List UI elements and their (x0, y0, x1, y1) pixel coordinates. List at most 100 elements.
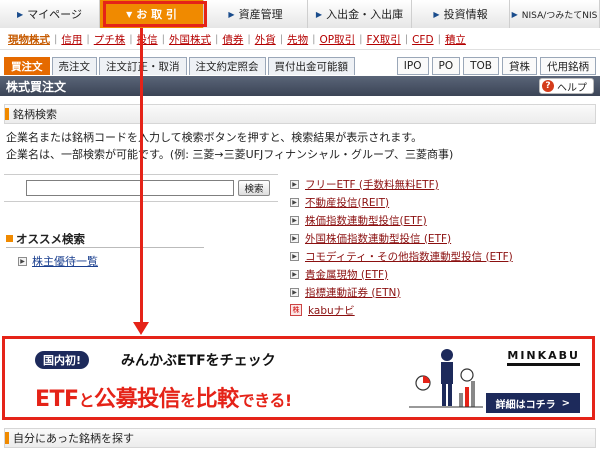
subnav-link-foreign[interactable]: 外国株式 (165, 32, 215, 47)
arrow-right-icon: ▶ (290, 251, 299, 261)
find-stocks-title: 自分にあった銘柄を探す (13, 432, 134, 445)
chevron-right-icon: > (561, 397, 570, 409)
minkabu-logo: MINKABU (507, 349, 580, 366)
nav-tab-label: 資産管理 (238, 8, 283, 21)
headline-wo: を (180, 391, 196, 410)
nav-tab-label: 投資情報 (443, 8, 488, 21)
tab-sell-order[interactable]: 売注文 (51, 57, 97, 75)
subnav-link-options[interactable]: OP取引 (316, 32, 360, 47)
search-section-header: 銘柄検索 (4, 104, 596, 124)
subnav-link-savings[interactable]: 積立 (441, 32, 470, 47)
arrow-right-icon: ▶ (18, 256, 27, 266)
page-title: 株式買注文 (6, 79, 67, 94)
list-item: 株 kabuナビ (290, 302, 513, 318)
arrow-right-icon: ▶ (290, 269, 299, 279)
list-item: ▶ コモディティ・その他指数連動型投信 (ETF) (290, 248, 513, 264)
triangle-icon: ▶ (511, 9, 518, 19)
headline-compare: 比較 (195, 387, 240, 412)
banner-subtitle: みんかぶETFをチェック (121, 353, 276, 369)
search-note: 企業名は、一部検索が可能です。(例: 三菱→三菱UFJフィナンシャル・グループ、… (6, 148, 454, 161)
subnav-link-margin[interactable]: 信用 (57, 32, 86, 47)
triangle-icon: ▶ (315, 9, 323, 19)
banner-headline: ETFと公募投信を比較できる! (35, 381, 292, 413)
tab-po[interactable]: PO (431, 57, 461, 75)
shareholder-benefits-link[interactable]: 株主優待一覧 (32, 253, 98, 269)
headline-dekiru: できる! (238, 391, 292, 410)
arrow-right-icon: ▶ (290, 287, 299, 297)
search-instruction: 企業名または銘柄コードを入力して検索ボタンを押すと、検索結果が表示されます。 (6, 131, 423, 144)
subnav-link-stocks[interactable]: 現物株式 (4, 32, 54, 47)
order-tabs: 買注文 売注文 注文訂正・取消 注文約定照会 買付出金可能額 IPO PO TO… (0, 55, 600, 75)
arrow-right-icon: ▶ (290, 179, 299, 189)
search-section-title: 銘柄検索 (13, 108, 57, 121)
list-item: ▶ フリーETF (手数料無料ETF) (290, 176, 513, 192)
tab-buy-order[interactable]: 買注文 (4, 57, 50, 75)
arrow-right-icon: ▶ (290, 197, 299, 207)
link-kabu-navi[interactable]: kabuナビ (308, 303, 355, 318)
list-item: ▶ 不動産投信(REIT) (290, 194, 513, 210)
tab-buying-power[interactable]: 買付出金可能額 (267, 57, 355, 75)
accent-bar (5, 108, 9, 120)
nav-tab-deposit[interactable]: ▶ 入出金・入出庫 (308, 0, 412, 28)
headline-funds: 公募投信 (94, 387, 181, 412)
link-metal-etf[interactable]: 貴金属現物 (ETF) (305, 267, 388, 282)
triangle-icon: ▶ (433, 9, 440, 19)
etf-links-list: ▶ フリーETF (手数料無料ETF) ▶ 不動産投信(REIT) ▶ 株価指数連動型… (290, 176, 513, 318)
recommend-link-item: ▶ 株主優待一覧 (18, 253, 98, 269)
subnav-link-bonds[interactable]: 債券 (218, 32, 247, 47)
headline-to: と (78, 391, 95, 410)
tab-collateral[interactable]: 代用銘柄 (540, 57, 596, 75)
nav-tab-label: 入出金・入出庫 (326, 8, 404, 21)
subnav-link-petit[interactable]: プチ株 (90, 32, 130, 47)
annotation-arrow-line (140, 28, 143, 326)
find-stocks-section-header: 自分にあった銘柄を探す (4, 428, 596, 448)
order-tabs-right: IPO PO TOB 貸株 代用銘柄 (396, 57, 600, 75)
link-etn[interactable]: 指標連動証券 (ETN) (305, 285, 400, 300)
sub-nav: 現物株式 | 信用 | プチ株 | 投信 | 外国株式 | 債券 | 外貨 | 先物 | OP取… (0, 30, 600, 50)
nav-tab-nisa[interactable]: ▶ NISA/つみたてNIS (510, 0, 600, 28)
headline-etf: ETF (35, 387, 79, 412)
banner-details-button[interactable]: 詳細はコチラ > (485, 393, 580, 413)
kabu-navi-icon: 株 (290, 304, 302, 316)
subnav-link-futures[interactable]: 先物 (283, 32, 312, 47)
search-button[interactable]: 検索 (238, 180, 270, 196)
annotation-arrow-head-icon (133, 322, 149, 335)
list-item: ▶ 外国株価指数連動型投信 (ETF) (290, 230, 513, 246)
person-chart-illustration-icon (409, 349, 483, 408)
recommend-header: オススメ検索 (6, 230, 204, 248)
search-input[interactable] (26, 180, 234, 196)
list-item: ▶ 指標連動証券 (ETN) (290, 284, 513, 300)
highlight-frame-trade-tab (103, 1, 207, 27)
minkabu-etf-banner[interactable]: 国内初! みんかぶETFをチェック ETFと公募投信を比較できる! MINKAB… (2, 336, 595, 420)
nav-tab-info[interactable]: ▶ 投資情報 (412, 0, 510, 28)
recommend-title: オススメ検索 (16, 231, 85, 246)
subnav-link-fx-currency[interactable]: 外貨 (251, 32, 280, 47)
square-bullet-icon (6, 235, 13, 242)
banner-badge: 国内初! (35, 351, 90, 369)
help-label: ヘルプ (557, 82, 587, 94)
list-item: ▶ 株価指数連動型投信(ETF) (290, 212, 513, 228)
subnav-link-funds[interactable]: 投信 (133, 32, 162, 47)
link-index-etf[interactable]: 株価指数連動型投信(ETF) (305, 213, 427, 228)
tab-ipo[interactable]: IPO (396, 57, 429, 75)
link-commodity-etf[interactable]: コモディティ・その他指数連動型投信 (ETF) (305, 249, 513, 264)
tab-order-inquiry[interactable]: 注文約定照会 (188, 57, 266, 75)
tab-tob[interactable]: TOB (463, 57, 499, 75)
link-reit[interactable]: 不動産投信(REIT) (305, 195, 389, 210)
help-button[interactable]: ? ヘルプ (539, 78, 594, 94)
link-free-etf[interactable]: フリーETF (手数料無料ETF) (305, 177, 439, 192)
page-title-bar: 株式買注文 ? ヘルプ (0, 76, 600, 96)
triangle-icon: ▶ (17, 9, 24, 19)
subnav-link-cfd[interactable]: CFD (408, 34, 437, 46)
arrow-right-icon: ▶ (290, 215, 299, 225)
nav-tab-assets[interactable]: ▶ 資産管理 (204, 0, 308, 28)
nav-tab-mypage[interactable]: ▶ マイページ (0, 0, 100, 28)
top-nav: ▶ マイページ ▼ お 取 引 ▶ 資産管理 ▶ 入出金・入出庫 ▶ 投資情報 … (0, 0, 600, 28)
nav-tab-label: NISA/つみたてNIS (521, 10, 598, 21)
nav-tab-label: マイページ (27, 8, 82, 21)
subnav-link-fx[interactable]: FX取引 (362, 32, 404, 47)
tab-lending[interactable]: 貸株 (502, 57, 537, 75)
triangle-icon: ▶ (228, 9, 235, 19)
question-icon: ? (542, 80, 554, 92)
link-foreign-index-etf[interactable]: 外国株価指数連動型投信 (ETF) (305, 231, 451, 246)
